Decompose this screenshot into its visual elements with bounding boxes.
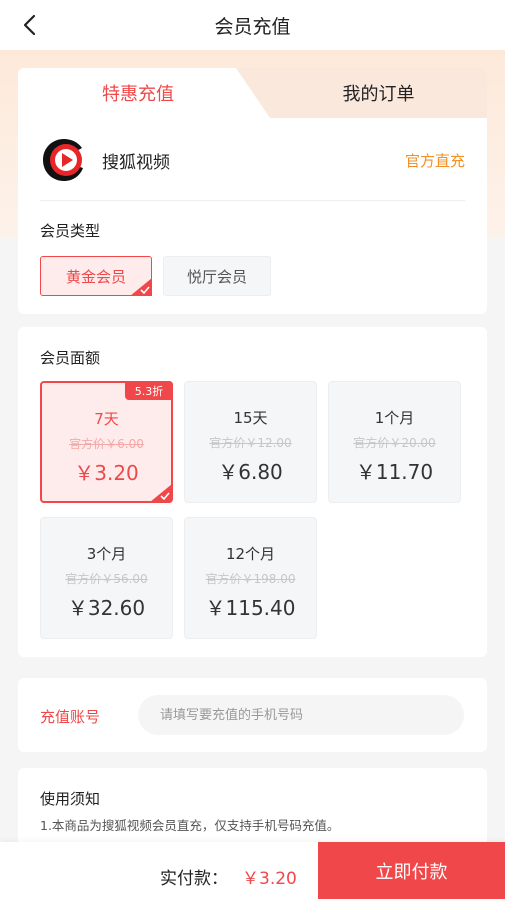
check-corner-icon <box>130 278 152 296</box>
amount-price: ￥32.60 <box>67 596 146 620</box>
account-label: 充值账号 <box>40 708 101 726</box>
tab-special-recharge[interactable]: 特惠充值 <box>18 68 270 118</box>
member-type-label: 悦厅会员 <box>186 267 247 286</box>
amount-title: 会员面额 <box>40 349 101 367</box>
amount-orig-price: 官方价￥198.00 <box>205 572 296 586</box>
brand-row: 搜狐视频 官方直充 <box>18 120 487 200</box>
amount-orig-price: 官方价￥6.00 <box>69 437 144 451</box>
amount-orig-price: 官方价￥20.00 <box>353 436 436 450</box>
member-type-label: 黄金会员 <box>65 267 126 286</box>
amount-card: 会员面额 5.3折 7天 官方价￥6.00 ￥3.20 15天 官方价￥12.0… <box>18 327 487 657</box>
chevron-left-icon <box>23 14 36 36</box>
amount-option-3m[interactable]: 3个月 官方价￥56.00 ￥32.60 <box>40 517 173 639</box>
amount-name: 12个月 <box>225 545 276 563</box>
amount-price: ￥115.40 <box>205 596 296 620</box>
discount-badge: 5.3折 <box>125 381 173 400</box>
pay-amount: ￥3.20 <box>242 869 297 889</box>
pay-now-button[interactable]: 立即付款 <box>318 842 505 899</box>
amount-option-1m[interactable]: 1个月 官方价￥20.00 ￥11.70 <box>328 381 461 503</box>
member-type-title: 会员类型 <box>40 222 101 240</box>
amount-option-12m[interactable]: 12个月 官方价￥198.00 ￥115.40 <box>184 517 317 639</box>
amount-orig-price: 官方价￥12.00 <box>209 436 292 450</box>
tab-label: 特惠充值 <box>102 84 174 105</box>
tab-bar: 特惠充值 我的订单 <box>18 68 487 118</box>
product-card: 特惠充值 我的订单 搜狐视频 官方直充 会员类型 黄金会员 悦厅会员 <box>18 68 487 314</box>
amount-name: 3个月 <box>86 545 127 563</box>
nav-bar: 会员充值 <box>0 0 505 50</box>
pay-label: 实付款： <box>160 869 228 889</box>
check-corner-icon <box>150 484 172 502</box>
amount-price: ￥3.20 <box>74 461 139 485</box>
tab-my-orders[interactable]: 我的订单 <box>270 68 487 118</box>
notice-title: 使用须知 <box>40 790 101 808</box>
phone-number-input[interactable] <box>138 695 464 735</box>
account-card: 充值账号 <box>18 678 487 752</box>
divider <box>40 200 465 201</box>
brand-name: 搜狐视频 <box>102 152 170 173</box>
page-title: 会员充值 <box>214 15 291 38</box>
amount-price: ￥6.80 <box>218 460 283 484</box>
amount-option-15d[interactable]: 15天 官方价￥12.00 ￥6.80 <box>184 381 317 503</box>
amount-price: ￥11.70 <box>355 460 434 484</box>
member-type-yueting[interactable]: 悦厅会员 <box>163 256 271 296</box>
amount-name: 7天 <box>94 410 119 428</box>
amount-option-7d[interactable]: 5.3折 7天 官方价￥6.00 ￥3.20 <box>40 381 173 503</box>
sohu-video-logo-icon <box>43 139 83 181</box>
back-button[interactable] <box>14 10 44 40</box>
amount-orig-price: 官方价￥56.00 <box>65 572 148 586</box>
notice-line: 1.本商品为搜狐视频会员直充，仅支持手机号码充值。 <box>40 818 340 833</box>
member-type-gold[interactable]: 黄金会员 <box>40 256 152 296</box>
amount-name: 15天 <box>233 409 268 427</box>
payment-bar: 实付款： ￥3.20 立即付款 <box>0 842 505 899</box>
official-direct-tag: 官方直充 <box>404 151 465 170</box>
amount-name: 1个月 <box>374 409 415 427</box>
